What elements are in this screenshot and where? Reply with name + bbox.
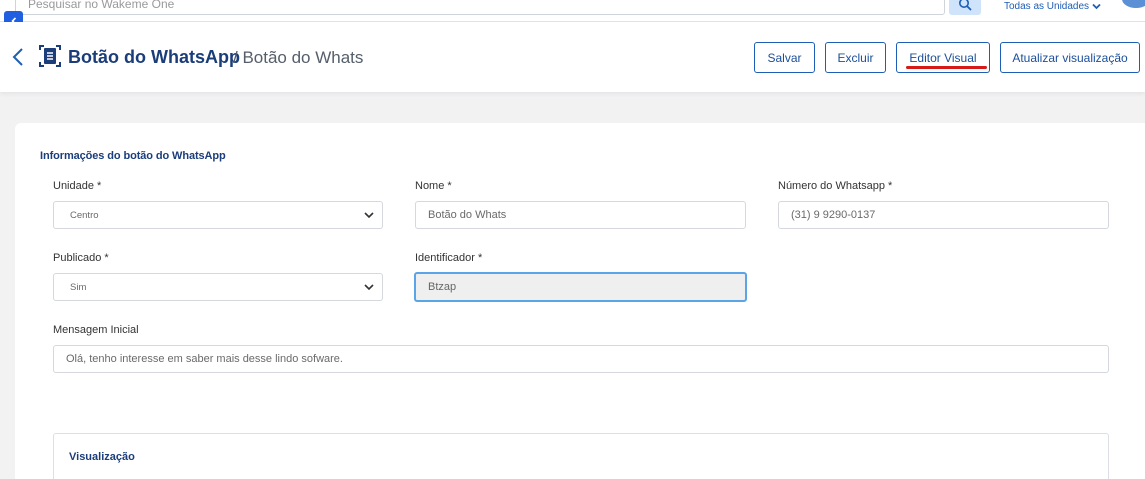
identificador-value: Btzap — [428, 281, 457, 293]
nome-input[interactable]: Botão do Whats — [415, 201, 746, 229]
mensagem-input[interactable]: Olá, tenho interesse em saber mais desse… — [53, 345, 1109, 373]
mensagem-value: Olá, tenho interesse em saber mais desse… — [66, 353, 343, 365]
save-button[interactable]: Salvar — [754, 42, 815, 73]
chevron-down-icon — [364, 284, 374, 291]
refresh-preview-button[interactable]: Atualizar visualização — [1000, 42, 1140, 73]
units-selector[interactable]: Todas as Unidades — [1004, 1, 1101, 12]
unidade-value: Centro — [70, 209, 99, 221]
nome-label: Nome * — [415, 180, 452, 192]
search-icon — [959, 0, 972, 10]
document-icon — [39, 45, 61, 67]
global-search-input[interactable] — [15, 0, 945, 15]
preview-panel — [53, 433, 1109, 479]
search-button[interactable] — [949, 0, 981, 15]
avatar[interactable] — [1122, 0, 1145, 8]
nome-value: Botão do Whats — [428, 209, 507, 221]
section-title: Informações do botão do WhatsApp — [40, 150, 226, 162]
publicado-select[interactable]: Sim — [53, 273, 383, 301]
chevron-down-icon — [364, 212, 374, 219]
numero-value: (31) 9 9290-0137 — [791, 209, 876, 221]
mensagem-label: Mensagem Inicial — [53, 324, 139, 336]
unidade-select[interactable]: Centro — [53, 201, 383, 229]
page-header: Botão do WhatsApp / Botão do Whats Salva… — [0, 22, 1145, 92]
units-label: Todas as Unidades — [1004, 1, 1090, 12]
preview-title: Visualização — [69, 451, 135, 463]
numero-label: Número do Whatsapp * — [778, 180, 893, 192]
chevron-down-icon — [1092, 3, 1101, 10]
chevron-left-icon — [12, 48, 23, 66]
identificador-input[interactable]: Btzap — [414, 272, 747, 302]
back-button[interactable] — [12, 46, 28, 68]
publicado-value: Sim — [70, 281, 87, 293]
numero-input[interactable]: (31) 9 9290-0137 — [778, 201, 1109, 229]
page-subtitle: / Botão do Whats — [233, 48, 364, 67]
delete-button[interactable]: Excluir — [825, 42, 886, 73]
publicado-label: Publicado * — [53, 252, 109, 264]
annotation-underline — [906, 66, 987, 69]
top-bar: Todas as Unidades — [0, 0, 1145, 22]
identificador-label: Identificador * — [415, 252, 483, 264]
unidade-label: Unidade * — [53, 180, 102, 192]
page-title: Botão do WhatsApp — [68, 47, 240, 67]
